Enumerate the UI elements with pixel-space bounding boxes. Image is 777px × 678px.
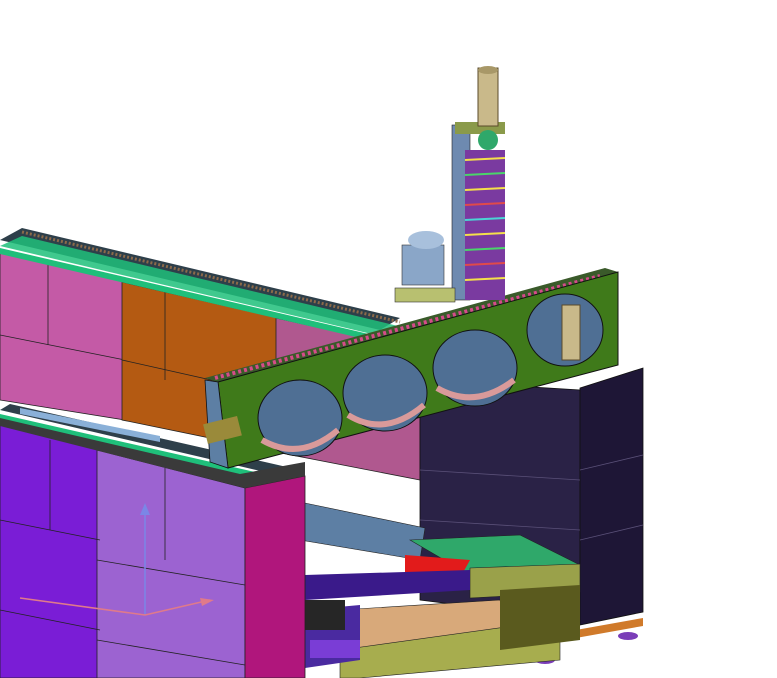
front-magenta-cabinet-side	[244, 475, 306, 678]
steel-table-top	[299, 501, 426, 561]
assembly-model	[0, 66, 644, 678]
cad-3d-viewport[interactable]	[0, 0, 777, 678]
dark-tower-side	[579, 367, 644, 626]
servo-motor	[394, 231, 456, 303]
right-cylinder	[561, 304, 581, 361]
top-cylinder	[477, 67, 499, 127]
dark-olive-plate	[500, 585, 580, 650]
